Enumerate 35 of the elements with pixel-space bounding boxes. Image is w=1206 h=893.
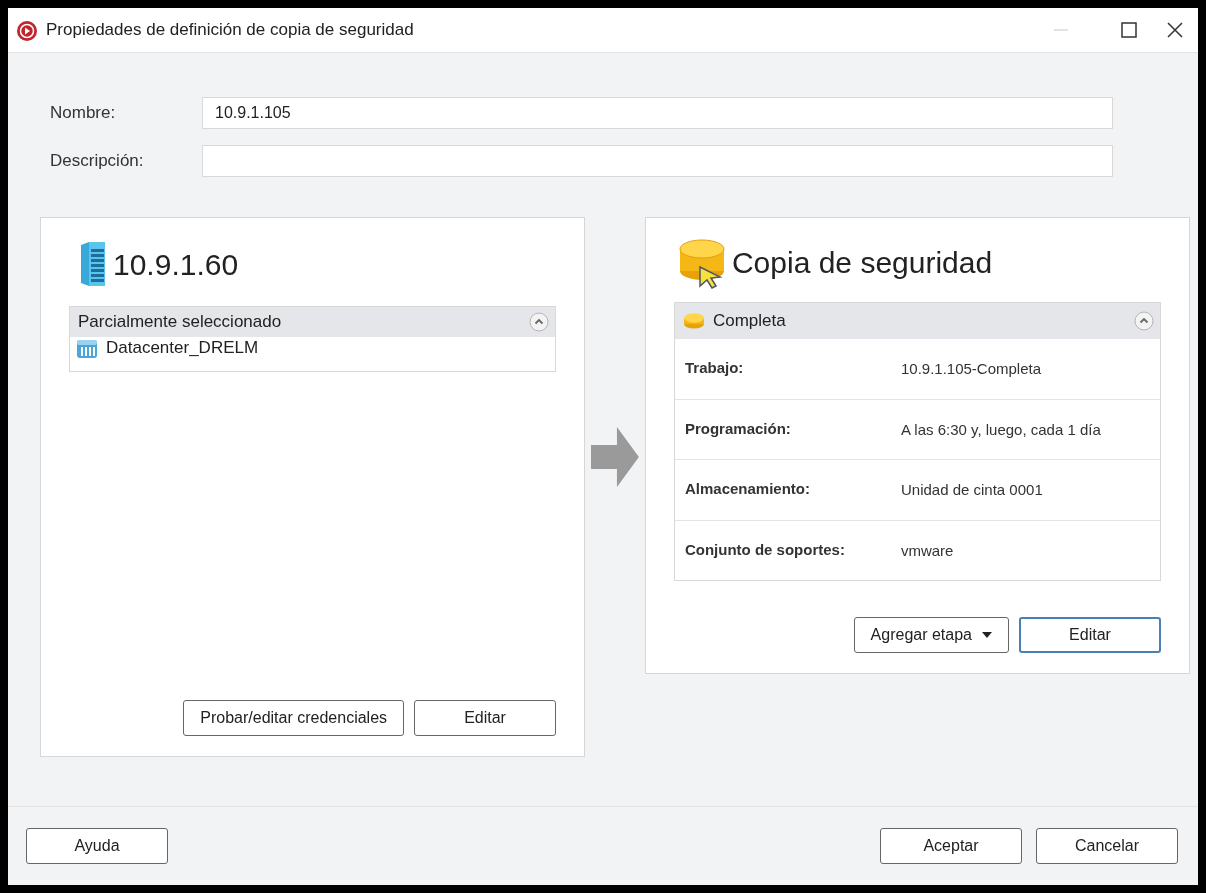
- dialog-button[interactable]: Editar: [1019, 617, 1161, 653]
- field-label: Descripción:: [50, 151, 145, 171]
- property-label: Conjunto de soportes:: [684, 540, 846, 560]
- dialog-button[interactable]: Editar: [414, 700, 557, 736]
- dialog-button[interactable]: Cancelar: [1036, 828, 1178, 864]
- arrow-icon: [591, 427, 639, 487]
- collapse-icon[interactable]: [529, 312, 550, 332]
- app-icon: [14, 18, 38, 42]
- property-label: Trabajo:: [684, 359, 745, 378]
- property-value: vmware: [900, 540, 955, 560]
- input-field[interactable]: [202, 145, 1113, 177]
- backup-icon: [677, 237, 728, 289]
- property-label: Almacenamiento:: [684, 480, 811, 499]
- property-value: 10.9.1.105-Completa: [900, 359, 1043, 379]
- property-label: Programación:: [684, 419, 792, 439]
- section-header: Parcialmente seleccionado: [78, 312, 283, 332]
- property-value: Unidad de cinta 0001: [900, 480, 1044, 500]
- window-title: Propiedades de definición de copia de seguridad: [46, 20, 415, 40]
- caret-icon: [982, 632, 992, 638]
- collapse-icon[interactable]: [1134, 311, 1154, 331]
- maximize-button[interactable]: [1120, 21, 1138, 39]
- dialog-button[interactable]: Aceptar: [880, 828, 1022, 864]
- destination-title: Copia de seguridad: [731, 246, 993, 280]
- datacenter-icon: [76, 337, 98, 359]
- add-stage-dropdown[interactable]: Agregar etapa: [853, 617, 1009, 653]
- dialog-button[interactable]: Probar/editar credenciales: [183, 700, 405, 736]
- field-label: Nombre:: [50, 103, 117, 123]
- source-title: 10.9.1.60: [113, 248, 239, 282]
- input-field[interactable]: 10.9.1.105: [202, 97, 1113, 129]
- close-button[interactable]: [1166, 21, 1184, 39]
- tree-item[interactable]: Datacenter_DRELM: [106, 338, 259, 358]
- stage-icon: [682, 313, 705, 329]
- dialog-button[interactable]: Ayuda: [26, 828, 168, 864]
- section-header: Completa: [712, 311, 787, 331]
- property-value: A las 6:30 y, luego, cada 1 día: [900, 419, 1101, 439]
